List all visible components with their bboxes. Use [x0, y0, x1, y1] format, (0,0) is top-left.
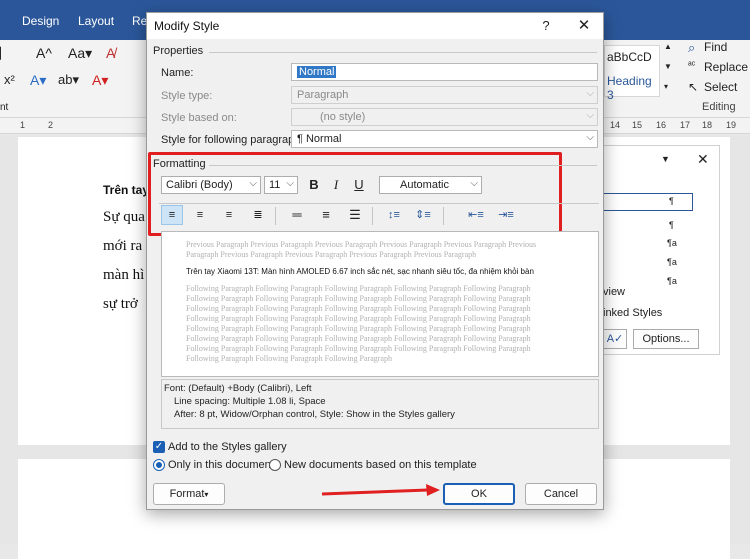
annotation-arrow-icon: [321, 484, 440, 496]
